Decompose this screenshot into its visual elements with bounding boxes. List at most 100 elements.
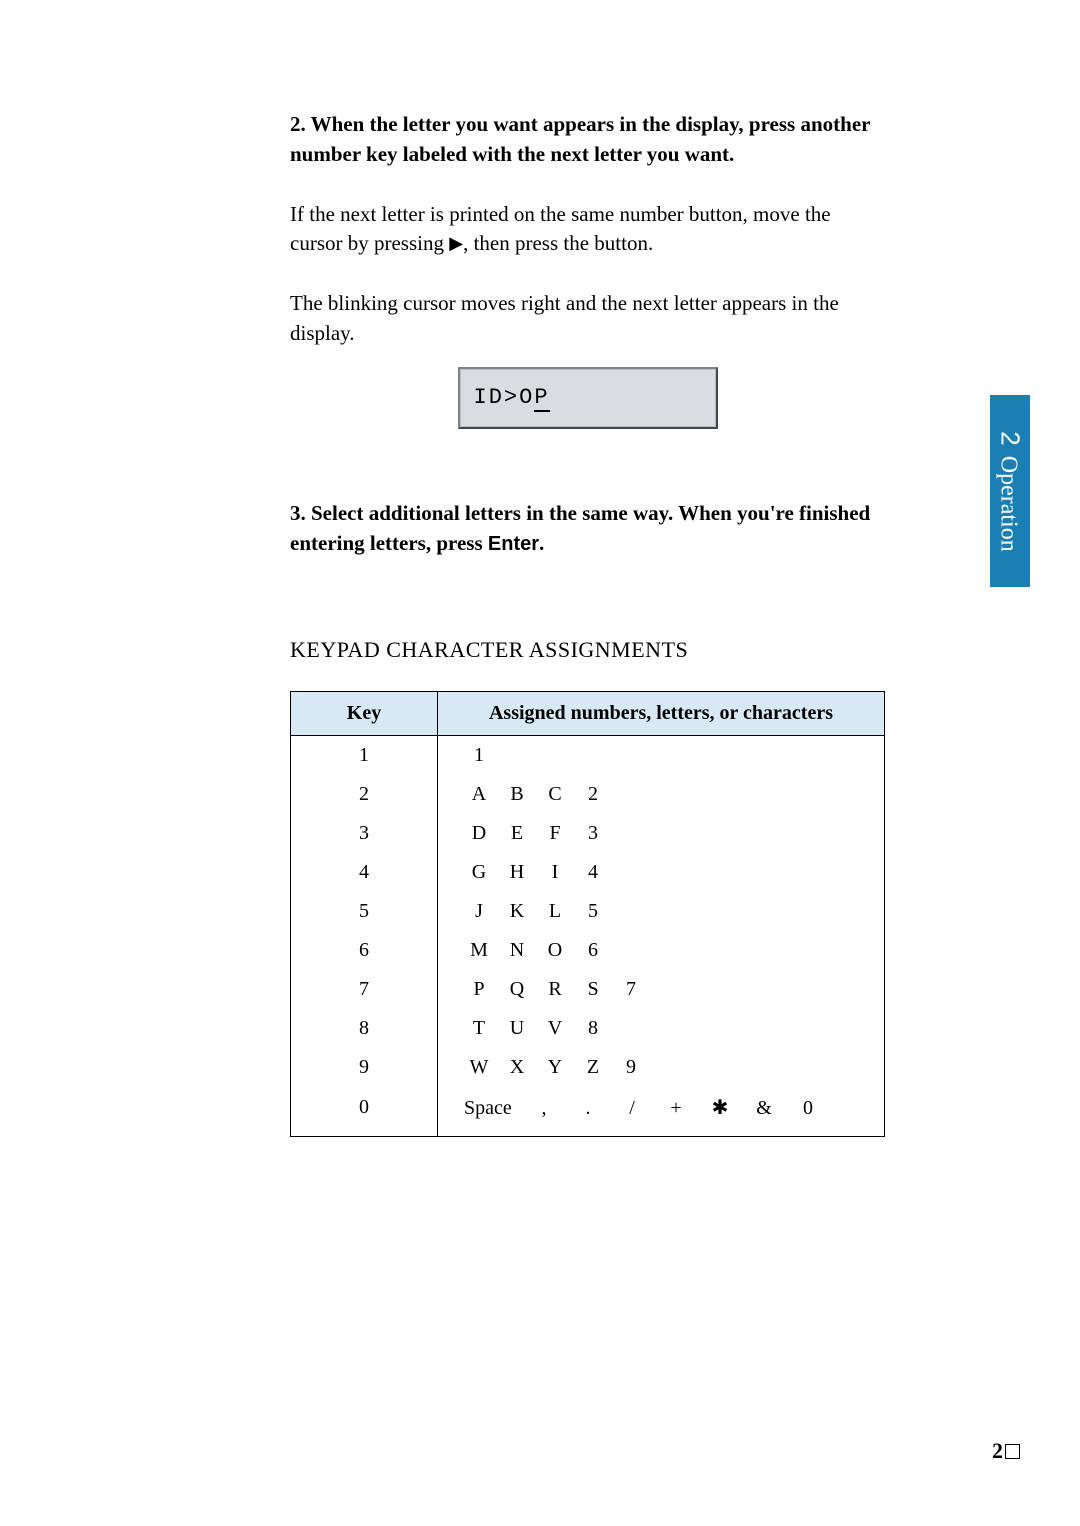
char: B	[498, 783, 536, 806]
value-cell: MNO6	[438, 931, 885, 970]
chapter-label: Operation	[996, 455, 1022, 551]
char: H	[498, 861, 536, 884]
key-cell: 0	[291, 1087, 438, 1137]
char: 2	[574, 783, 612, 806]
char: .	[566, 1097, 610, 1120]
value-cell: PQRS7	[438, 970, 885, 1009]
section-heading: KEYPAD CHARACTER ASSIGNMENTS	[290, 637, 885, 663]
page-number: 2	[992, 1438, 1020, 1464]
step-2-p1-b: , then press the button.	[463, 231, 653, 255]
lcd-display-text: ID>OP	[474, 385, 550, 410]
key-cell: 1	[291, 735, 438, 775]
page-number-box-icon	[1005, 1444, 1020, 1459]
table-row: 4GHI4	[291, 853, 885, 892]
main-content: 2. When the letter you want appears in t…	[290, 110, 885, 1137]
char: X	[498, 1056, 536, 1079]
char: S	[574, 978, 612, 1001]
char: V	[536, 1017, 574, 1040]
char: +	[654, 1097, 698, 1120]
value-cell: Space,./+✱&0	[438, 1087, 885, 1137]
char: D	[460, 822, 498, 845]
char: 4	[574, 861, 612, 884]
value-cell: WXYZ9	[438, 1048, 885, 1087]
char: /	[610, 1097, 654, 1120]
value-cell: TUV8	[438, 1009, 885, 1048]
char: ,	[522, 1097, 566, 1120]
char: Y	[536, 1056, 574, 1079]
char: F	[536, 822, 574, 845]
char: 1	[460, 744, 498, 767]
char: 5	[574, 900, 612, 923]
char: &	[742, 1097, 786, 1120]
step-3: 3. Select additional letters in the same…	[290, 499, 885, 559]
char: G	[460, 861, 498, 884]
value-cell: 1	[438, 735, 885, 775]
char: E	[498, 822, 536, 845]
char: I	[536, 861, 574, 884]
table-row: 3DEF3	[291, 814, 885, 853]
char: 8	[574, 1017, 612, 1040]
step-2-paragraph-2: The blinking cursor moves right and the …	[290, 289, 885, 349]
step-2: 2. When the letter you want appears in t…	[290, 110, 885, 429]
char: C	[536, 783, 574, 806]
page-number-digit: 2	[992, 1438, 1003, 1463]
table-row: 0Space,./+✱&0	[291, 1087, 885, 1137]
char: K	[498, 900, 536, 923]
table-row: 2ABC2	[291, 775, 885, 814]
chapter-tab: 2 Operation	[990, 395, 1030, 587]
char: 9	[612, 1056, 650, 1079]
chapter-tab-inner: 2 Operation	[995, 431, 1026, 551]
char: J	[460, 900, 498, 923]
keypad-table: Key Assigned numbers, letters, or charac…	[290, 691, 885, 1137]
char: W	[460, 1056, 498, 1079]
key-cell: 8	[291, 1009, 438, 1048]
char: Space	[460, 1097, 522, 1120]
value-cell: DEF3	[438, 814, 885, 853]
lcd-prefix: ID>O	[474, 385, 535, 410]
step-2-heading: 2. When the letter you want appears in t…	[290, 110, 885, 170]
char: M	[460, 939, 498, 962]
step-3-text-b: .	[539, 531, 544, 555]
value-cell: JKL5	[438, 892, 885, 931]
key-cell: 9	[291, 1048, 438, 1087]
char: N	[498, 939, 536, 962]
char: P	[460, 978, 498, 1001]
key-cell: 6	[291, 931, 438, 970]
chapter-number: 2	[996, 431, 1026, 445]
step-3-heading: 3. Select additional letters in the same…	[290, 499, 885, 559]
char: 0	[786, 1097, 830, 1120]
page: 2. When the letter you want appears in t…	[0, 0, 1080, 1526]
char: R	[536, 978, 574, 1001]
table-row: 7PQRS7	[291, 970, 885, 1009]
step-3-text-a: 3. Select additional letters in the same…	[290, 501, 870, 555]
lcd-cursor-char: P	[534, 385, 549, 412]
table-row: 11	[291, 735, 885, 775]
table-row: 5JKL5	[291, 892, 885, 931]
char: Q	[498, 978, 536, 1001]
char: 6	[574, 939, 612, 962]
char: 7	[612, 978, 650, 1001]
table-header-row: Key Assigned numbers, letters, or charac…	[291, 691, 885, 735]
char: U	[498, 1017, 536, 1040]
char: ✱	[698, 1095, 742, 1120]
char: Z	[574, 1056, 612, 1079]
key-cell: 7	[291, 970, 438, 1009]
table-row: 9WXYZ9	[291, 1048, 885, 1087]
enter-key-label: Enter	[488, 533, 539, 555]
right-arrow-icon: ▶	[449, 231, 463, 257]
table-row: 8TUV8	[291, 1009, 885, 1048]
char: T	[460, 1017, 498, 1040]
lcd-display: ID>OP	[458, 367, 718, 429]
table-row: 6MNO6	[291, 931, 885, 970]
key-cell: 5	[291, 892, 438, 931]
char: A	[460, 783, 498, 806]
key-cell: 3	[291, 814, 438, 853]
key-cell: 4	[291, 853, 438, 892]
char: L	[536, 900, 574, 923]
header-key: Key	[291, 691, 438, 735]
step-2-paragraph-1: If the next letter is printed on the sam…	[290, 200, 885, 260]
char: O	[536, 939, 574, 962]
key-cell: 2	[291, 775, 438, 814]
header-value: Assigned numbers, letters, or characters	[438, 691, 885, 735]
char: 3	[574, 822, 612, 845]
